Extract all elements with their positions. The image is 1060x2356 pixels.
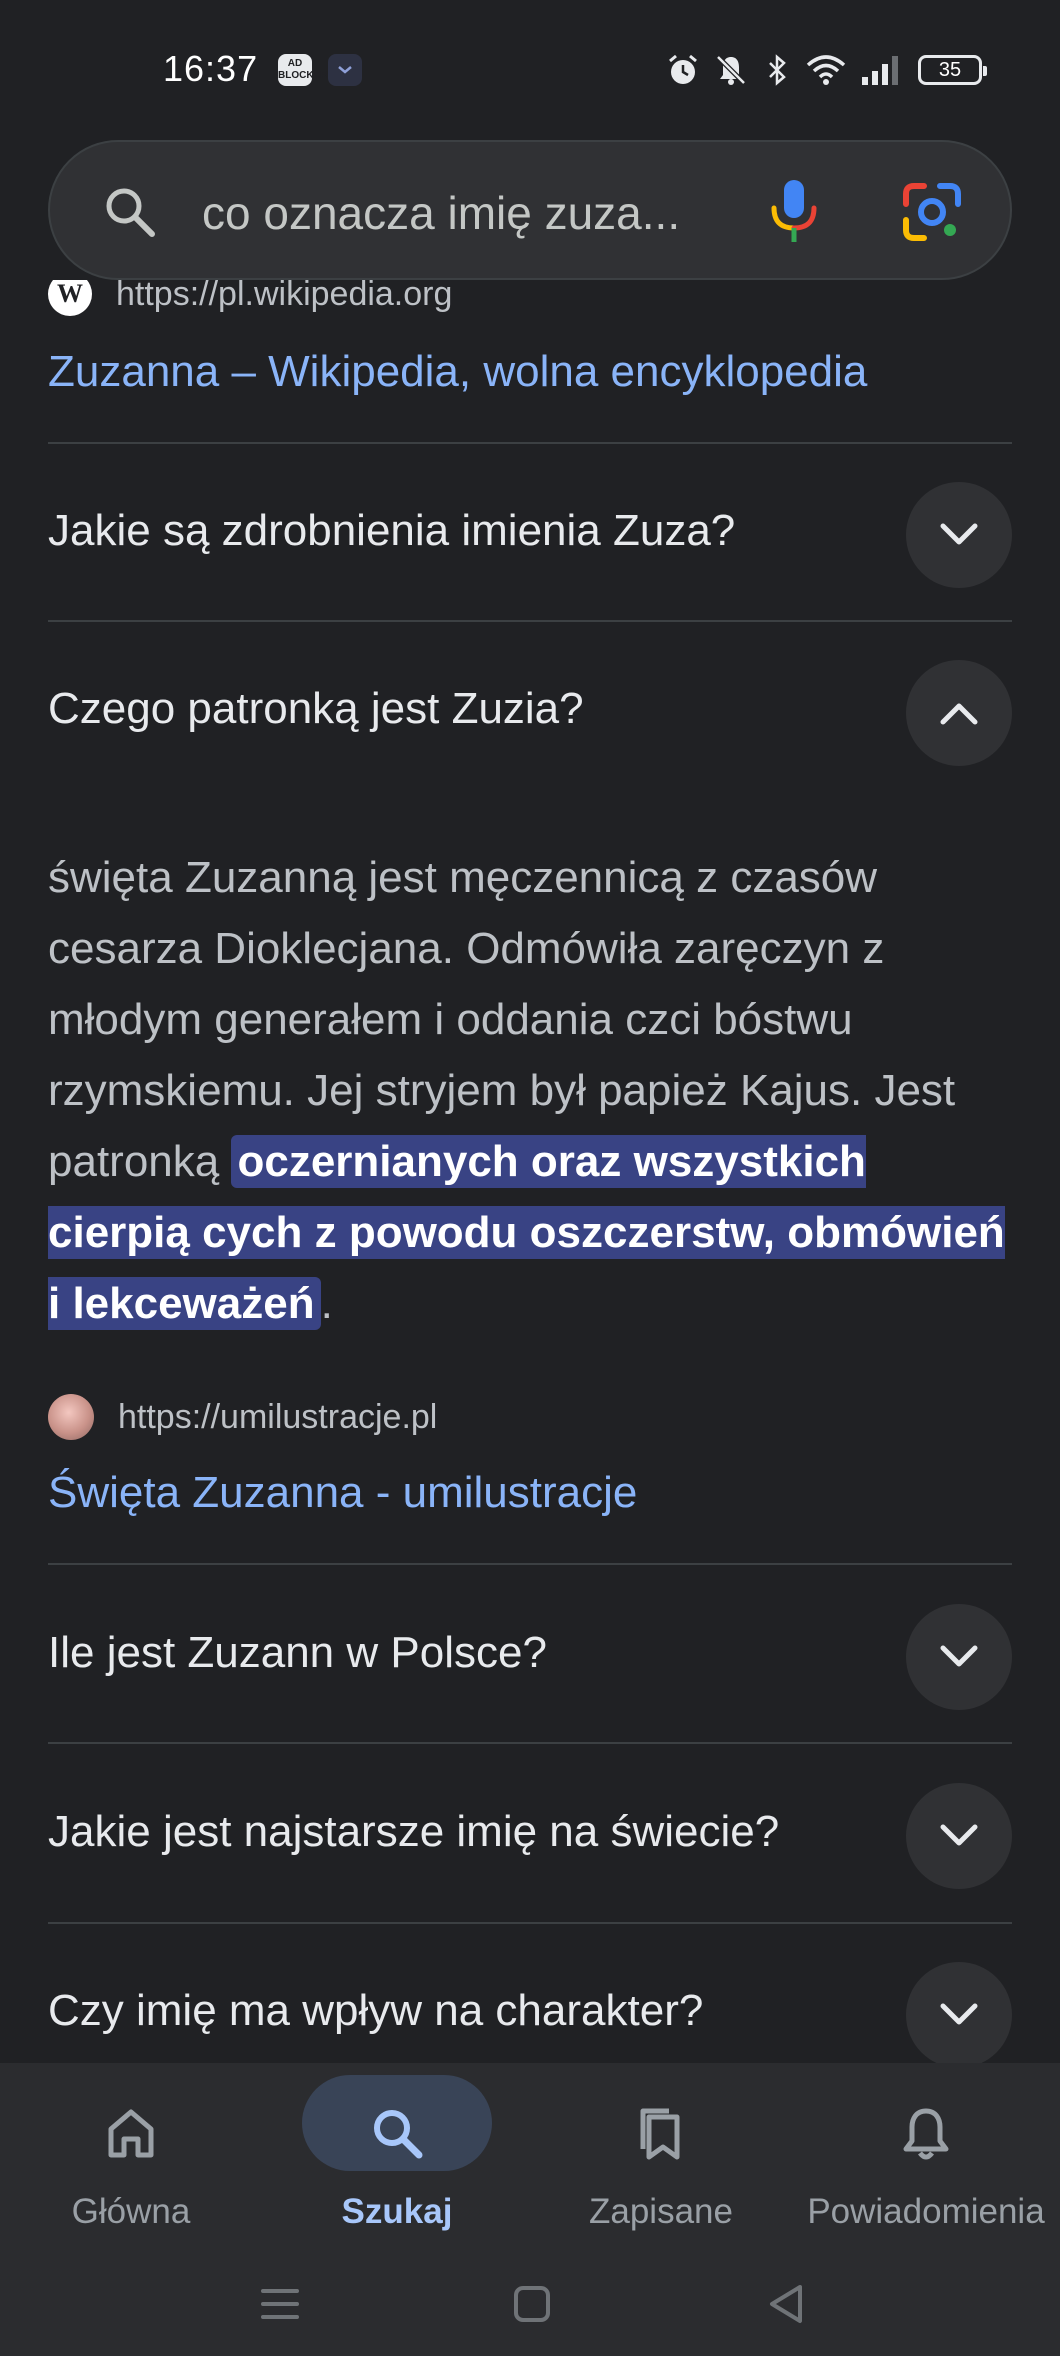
divider	[48, 1742, 1012, 1744]
home-icon	[108, 2109, 154, 2158]
bookmarks-icon	[640, 2108, 680, 2160]
nav-notifications[interactable]: Powiadomienia	[806, 2075, 1046, 2245]
alarm-icon	[669, 54, 697, 84]
search-icon	[106, 188, 155, 237]
wikipedia-favicon-icon: W	[48, 280, 92, 316]
chevron-up-icon	[940, 703, 978, 725]
nav-saved-label: Zapisane	[589, 2192, 733, 2231]
wikipedia-result-link[interactable]: Zuzanna – Wikipedia, wolna encyklopedia	[48, 347, 867, 397]
wifi-icon	[806, 55, 846, 85]
expand-button[interactable]	[906, 1962, 1012, 2063]
result-url: https://pl.wikipedia.org	[116, 280, 453, 313]
faq-question-3[interactable]: Ile jest Zuzann w Polsce?	[48, 1628, 547, 1678]
faq-question-2[interactable]: Czego patronką jest Zuzia?	[48, 684, 584, 734]
nav-search-label: Szukaj	[341, 2192, 453, 2231]
search-results[interactable]: W https://pl.wikipedia.org Zuzanna – Wik…	[0, 280, 1060, 2063]
home-button-icon[interactable]	[507, 2279, 557, 2329]
collapse-button[interactable]	[906, 660, 1012, 766]
status-icons: 35	[666, 52, 987, 88]
google-app-screen: 16:37 AD BLOCKER 35 co oznacza imię zuza…	[0, 0, 1060, 2356]
signal-icon	[862, 56, 898, 85]
nav-home[interactable]: Główna	[11, 2075, 251, 2245]
bluetooth-icon	[769, 54, 786, 86]
result-source-wikipedia: W https://pl.wikipedia.org	[48, 280, 452, 316]
search-query[interactable]: co oznacza imię zuza...	[202, 186, 680, 240]
nav-saved[interactable]: Zapisane	[541, 2075, 781, 2245]
system-navigation-bar	[0, 2253, 1060, 2356]
faq-answer: święta Zuzanną jest męczennicą z czasów …	[48, 842, 1018, 1339]
bottom-navigation: Główna Szukaj Zapisane Powiadomienia	[0, 2063, 1060, 2253]
source-title-link[interactable]: Święta Zuzanna - umilustracje	[48, 1468, 637, 1518]
nav-notifications-label: Powiadomienia	[807, 2192, 1045, 2231]
faq-question-4[interactable]: Jakie jest najstarsze imię na świecie?	[48, 1807, 779, 1857]
menu-icon[interactable]	[255, 2279, 305, 2329]
search-bar[interactable]: co oznacza imię zuza...	[48, 140, 1012, 280]
source-url: https://umilustracje.pl	[118, 1397, 438, 1436]
status-time: 16:37	[163, 48, 259, 89]
back-icon[interactable]	[762, 2279, 812, 2329]
google-lens-icon[interactable]	[900, 180, 964, 244]
chevron-down-icon	[940, 523, 978, 545]
divider	[48, 620, 1012, 622]
app-notification-icon	[328, 54, 362, 86]
faq-question-5[interactable]: Czy imię ma wpływ na charakter?	[48, 1986, 703, 2036]
microphone-icon[interactable]	[762, 178, 826, 246]
divider	[48, 1563, 1012, 1565]
expand-button[interactable]	[906, 482, 1012, 588]
status-bar: 16:37 AD BLOCKER 35	[0, 0, 1060, 140]
search-icon	[374, 2110, 423, 2159]
site-favicon-icon	[48, 1394, 94, 1440]
mute-icon	[716, 55, 746, 85]
expand-button[interactable]	[906, 1783, 1012, 1889]
divider	[48, 1922, 1012, 1924]
expand-button[interactable]	[906, 1604, 1012, 1710]
chevron-down-icon	[940, 2003, 978, 2025]
chevron-down-icon	[940, 1645, 978, 1667]
nav-search[interactable]: Szukaj	[277, 2075, 517, 2245]
divider	[48, 442, 1012, 444]
chevron-down-icon	[940, 1824, 978, 1846]
nav-home-label: Główna	[71, 2192, 191, 2231]
adblocker-notification-icon: AD BLOCKER	[278, 54, 327, 86]
answer-source: https://umilustracje.pl	[48, 1394, 437, 1440]
faq-question-1[interactable]: Jakie są zdrobnienia imienia Zuza?	[48, 506, 735, 556]
battery-indicator: 35	[918, 55, 987, 85]
answer-end: .	[320, 1279, 333, 1328]
bell-icon	[903, 2108, 949, 2160]
